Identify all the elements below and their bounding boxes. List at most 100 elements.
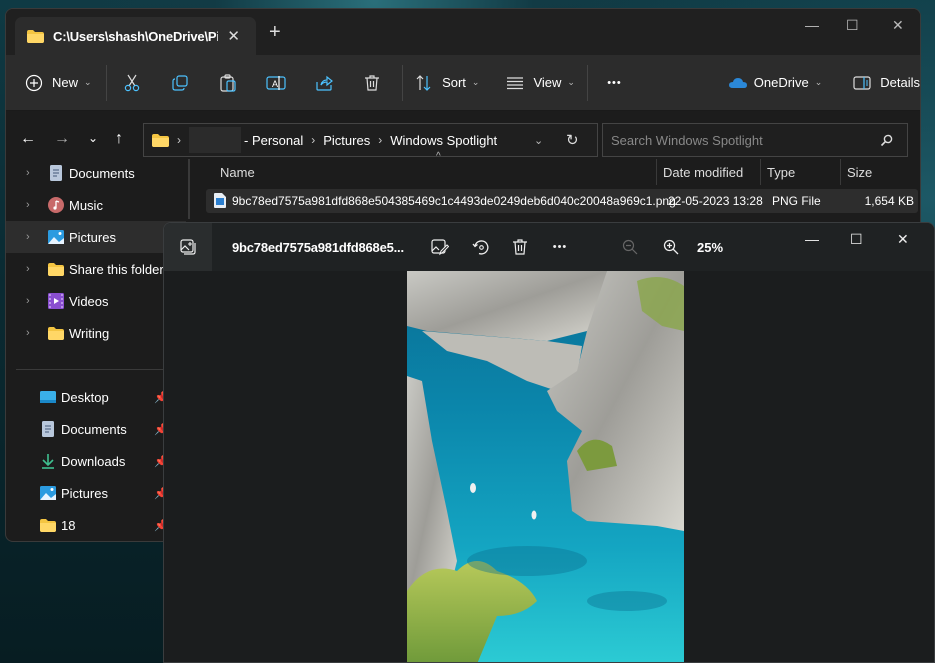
folder-icon [152,133,169,147]
delete-button[interactable] [362,65,382,101]
back-arrow-icon[interactable]: ← [20,130,36,148]
address-bar[interactable]: › - Personal › Pictures › Windows Spotli… [143,123,598,157]
sidebar-item-music[interactable]: › Music [6,189,186,221]
cut-button[interactable] [122,65,142,101]
file-size: 1,654 KB [864,194,914,208]
minimize-button[interactable]: — [805,17,819,33]
copy-icon [170,73,190,93]
sidebar-item-documents[interactable]: › Documents [6,157,186,189]
share-button[interactable] [314,65,334,101]
paste-button[interactable] [218,65,238,101]
quick-access-18[interactable]: 18 📌 [6,509,186,541]
quick-access-downloads[interactable]: Downloads 📌 [6,445,186,477]
column-header-date-modified[interactable]: Date modified [663,157,743,187]
displayed-photo[interactable] [407,271,684,662]
sidebar-item-share-this-folder[interactable]: › Share this folder [6,253,186,285]
file-date-modified: 22-05-2023 13:28 [668,194,763,208]
chevron-right-icon[interactable]: › [26,167,30,179]
rotate-button[interactable] [471,237,491,257]
details-button[interactable]: Details [852,65,920,101]
sidebar-item-label: Downloads [61,453,126,469]
sidebar-item-videos[interactable]: › Videos [6,285,186,317]
zoom-in-button[interactable] [661,237,681,257]
chevron-down-icon: ⌄ [471,77,480,87]
sidebar-item-label: Share this folder [69,261,164,277]
rename-button[interactable]: A [266,65,286,101]
tab-close-icon[interactable]: ✕ [227,27,240,45]
zoom-out-button[interactable] [620,237,640,257]
column-header-name[interactable]: Name [220,157,255,187]
gallery-button[interactable] [164,223,212,271]
column-header-type[interactable]: Type [767,157,795,187]
more-options-button[interactable]: ••• [607,65,622,101]
folder-icon [48,262,64,276]
column-divider[interactable] [920,159,921,185]
view-label: View [533,75,562,90]
search-placeholder: Search Windows Spotlight [611,132,763,148]
chevron-right-icon[interactable]: › [26,199,30,211]
zoom-level[interactable]: 25% [697,240,723,255]
viewer-close-button[interactable]: ✕ [897,231,909,248]
sidebar-item-writing[interactable]: › Writing [6,317,186,349]
new-tab-button[interactable]: + [269,22,281,42]
breadcrumb-item[interactable]: Pictures [323,133,370,148]
column-divider[interactable] [840,159,841,185]
search-input[interactable]: Search Windows Spotlight [602,123,908,157]
view-button[interactable]: View ⌄ [505,65,575,101]
downloads-icon [42,454,54,469]
column-divider[interactable] [656,159,657,185]
folder-icon [27,29,44,43]
recent-locations-chevron-icon[interactable]: ⌄ [88,131,98,145]
file-type: PNG File [772,194,821,208]
chevron-right-icon[interactable]: › [26,327,30,339]
quick-access-pictures[interactable]: Pictures 📌 [6,477,186,509]
quick-access-desktop[interactable]: Desktop 📌 [6,381,186,413]
viewer-file-title: 9bc78ed7575a981dfd868e5... [232,240,404,255]
refresh-icon[interactable]: ↻ [566,131,579,149]
trash-icon [362,73,382,93]
viewer-titlebar: 9bc78ed7575a981dfd868e5... ••• 25% — ☐ ✕ [164,223,934,271]
edit-image-button[interactable] [430,237,450,257]
tab-current-folder[interactable]: C:\Users\shash\OneDrive\Pictu ✕ [15,17,256,55]
delete-image-button[interactable] [510,237,530,257]
breadcrumb-separator: › [378,133,383,147]
sidebar-item-pictures[interactable]: › Pictures [6,221,186,253]
onedrive-cloud-icon [728,73,748,93]
search-icon[interactable] [880,134,893,147]
copy-button[interactable] [170,65,190,101]
sidebar-item-label: Documents [61,421,127,437]
maximize-button[interactable]: ☐ [846,17,859,34]
breadcrumb-item[interactable]: - Personal [244,133,303,148]
music-icon [48,197,64,213]
zoom-out-icon [622,239,638,255]
chevron-down-icon: ⌄ [84,77,92,87]
command-bar: New ⌄ A Sort ⌄ View ⌄ ••• OneDrive ⌄ Det… [6,55,920,111]
sidebar-scrollbar[interactable] [188,159,190,219]
documents-icon [42,421,54,437]
forward-arrow-icon[interactable]: → [54,130,70,148]
sort-button[interactable]: Sort ⌄ [414,65,479,101]
onedrive-button[interactable]: OneDrive ⌄ [728,65,822,101]
onedrive-label: OneDrive [753,75,809,90]
chevron-right-icon[interactable]: › [26,263,30,275]
column-divider[interactable] [760,159,761,185]
breadcrumb-separator: › [311,133,316,147]
quick-access-documents[interactable]: Documents 📌 [6,413,186,445]
file-row[interactable]: 9bc78ed7575a981dfd868e504385469c1c4493de… [206,189,918,213]
up-arrow-icon[interactable]: ↑ [115,130,123,148]
chevron-right-icon[interactable]: › [26,231,30,243]
chevron-right-icon[interactable]: › [26,295,30,307]
png-file-icon [214,193,226,208]
sidebar-divider [16,369,176,370]
address-history-chevron-icon[interactable]: ⌄ [534,134,543,147]
close-button[interactable]: ✕ [892,17,904,34]
documents-icon [50,165,62,181]
viewer-minimize-button[interactable]: — [805,231,819,247]
more-options-button[interactable]: ••• [550,237,570,257]
breadcrumb-item[interactable]: Windows Spotlight [390,133,497,148]
column-header-size[interactable]: Size [847,157,872,187]
sort-ascending-caret-icon: ^ [436,151,441,162]
new-button[interactable]: New ⌄ [24,65,92,101]
sidebar-item-label: 18 [61,517,76,533]
viewer-maximize-button[interactable]: ☐ [850,231,863,248]
